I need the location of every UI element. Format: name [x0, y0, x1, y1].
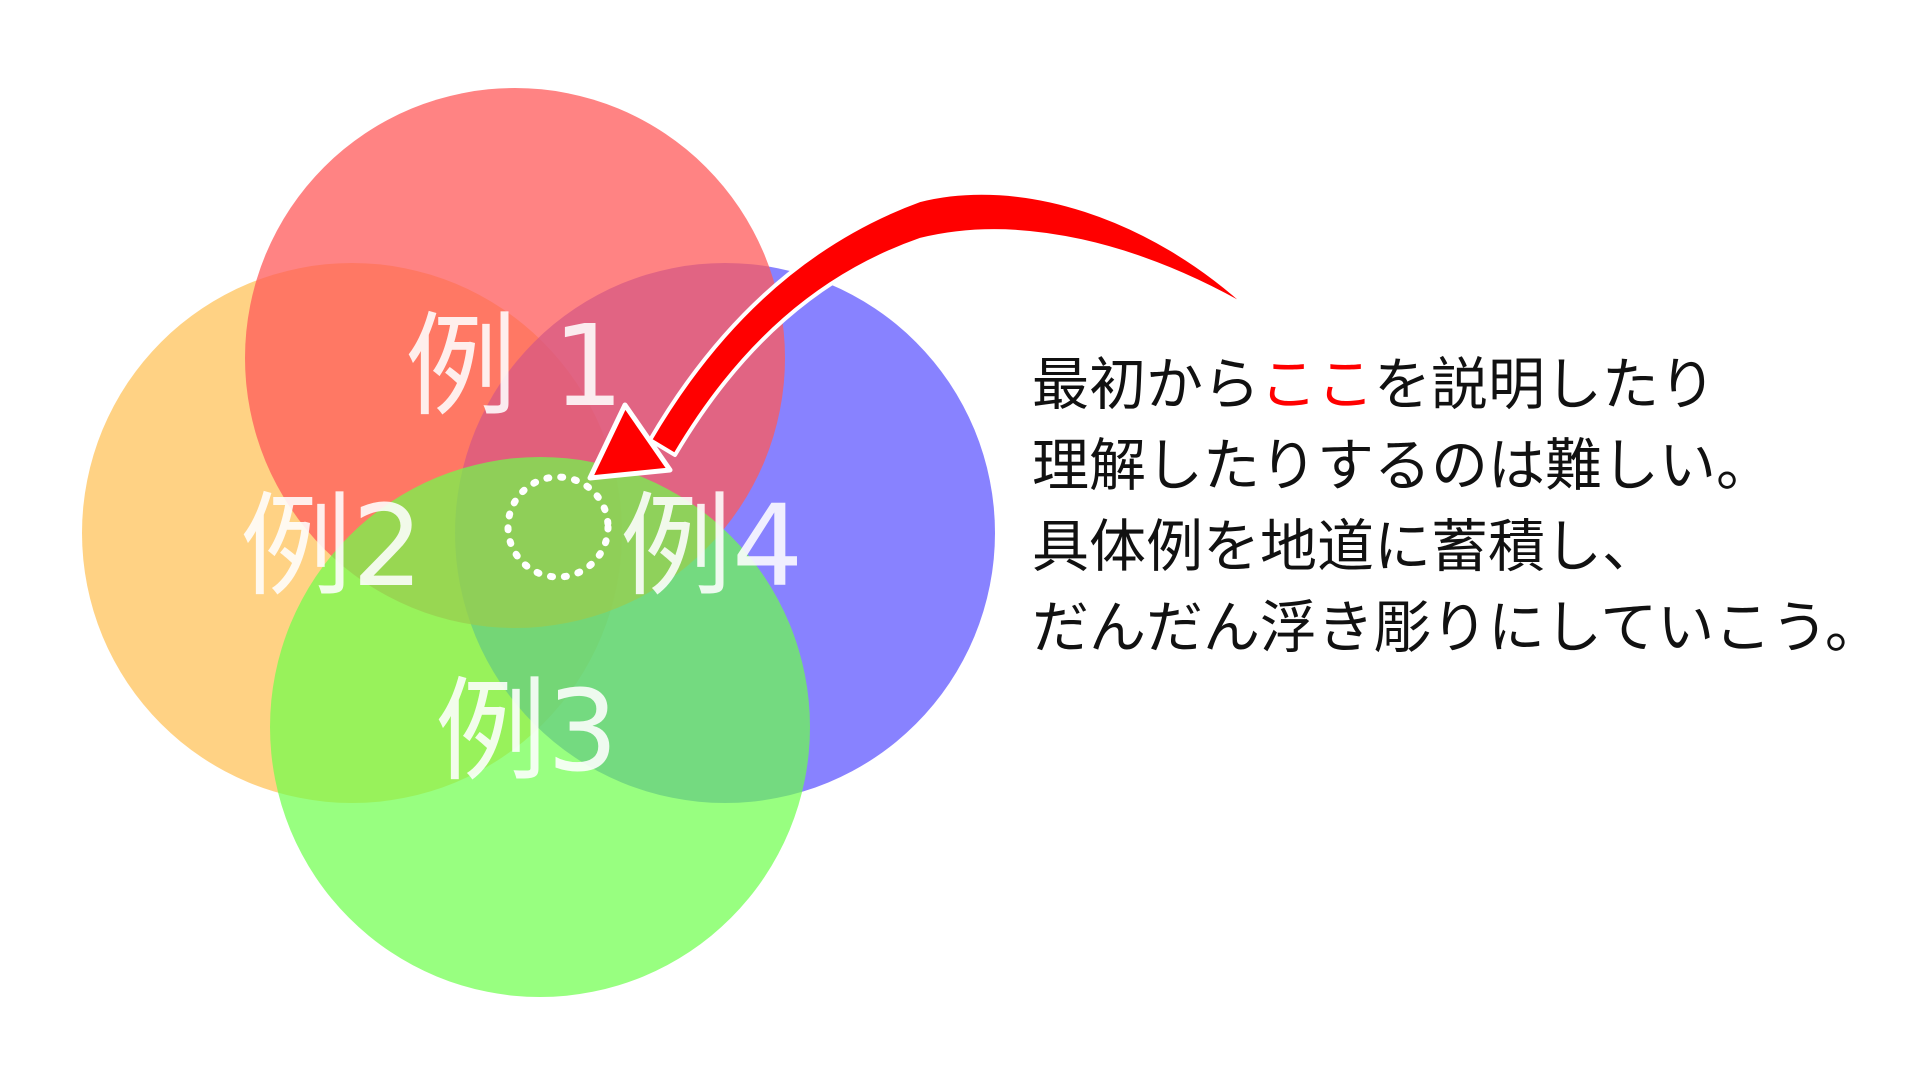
caption-line-1-start: 最初から [1032, 352, 1260, 418]
slide: 例 1 例2 例4 例3 最初からここを説明したり 理解したりするのは難しい。 … [0, 0, 1920, 1080]
caption-line-4: だんだん浮き彫りにしていこう。 [1032, 595, 1882, 661]
caption-text: 最初からここを説明したり 理解したりするのは難しい。 具体例を地道に蓄積し、 だ… [1032, 345, 1912, 669]
caption-line-3: 具体例を地道に蓄積し、 [1032, 514, 1659, 580]
label-example-1: 例 1 [405, 302, 624, 432]
caption-line-1-end: を説明したり [1374, 352, 1716, 418]
caption-line-1: 最初からここを説明したり [1032, 345, 1912, 426]
caption-highlight: ここ [1260, 352, 1374, 418]
label-example-3: 例3 [435, 667, 618, 797]
label-example-4: 例4 [620, 482, 803, 612]
caption-line-2: 理解したりするのは難しい。 [1032, 433, 1773, 499]
label-example-2: 例2 [240, 482, 423, 612]
